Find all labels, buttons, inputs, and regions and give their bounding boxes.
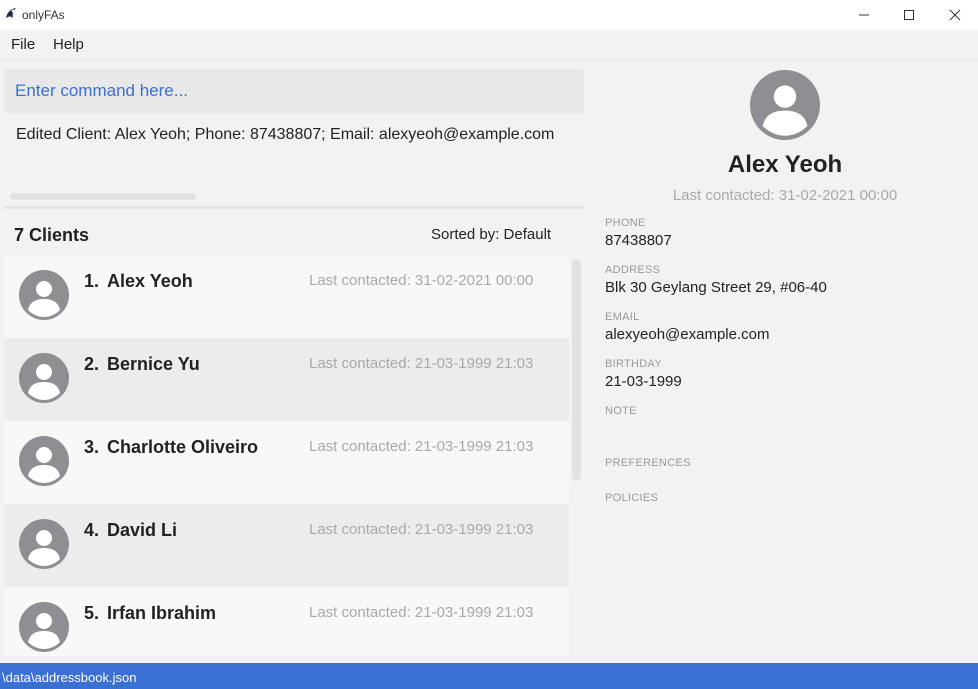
client-name-text: Charlotte Oliveiro: [107, 437, 259, 457]
detail-last-contacted: Last contacted: 31-02-2021 00:00: [672, 187, 898, 204]
user-avatar-icon: [19, 519, 69, 569]
menu-file[interactable]: File: [11, 36, 35, 53]
client-index: 3.: [84, 437, 100, 457]
user-avatar-icon: [19, 436, 69, 486]
save-location: \data\addressbook.json: [2, 670, 137, 685]
birthday-value: 21-03-1999: [605, 373, 682, 390]
client-card[interactable]: 2. Bernice Yu Last contacted: 21-03-1999 …: [4, 338, 569, 421]
client-last-contacted: Last contacted: 21-03-1999 21:03: [309, 521, 534, 538]
client-name: 4. David Li: [84, 520, 177, 541]
client-name: 1. Alex Yeoh: [84, 271, 193, 292]
app-logo-icon: [4, 7, 18, 21]
address-value: Blk 30 Geylang Street 29, #06-40: [605, 279, 827, 296]
panel-divider[interactable]: [4, 206, 584, 209]
address-label: ADDRESS: [605, 264, 661, 276]
client-card[interactable]: 5. Irfan Ibrahim Last contacted: 21-03-19…: [4, 587, 569, 656]
note-label: NOTE: [605, 405, 637, 417]
status-bar: \data\addressbook.json: [0, 663, 978, 689]
client-index: 4.: [84, 520, 100, 540]
client-list-scrollbar[interactable]: [572, 259, 581, 481]
maximize-button[interactable]: [886, 0, 932, 30]
command-input[interactable]: [15, 81, 575, 101]
user-avatar-icon: [19, 353, 69, 403]
client-card[interactable]: 4. David Li Last contacted: 21-03-1999 21…: [4, 504, 569, 587]
sorted-by-label: Sorted by: Default: [431, 226, 552, 243]
window-title: onlyFAs: [22, 8, 65, 22]
email-label: EMAIL: [605, 311, 640, 323]
client-count: 7 Clients: [14, 225, 90, 245]
menu-bar: File Help: [0, 30, 978, 60]
policies-label: POLICIES: [605, 492, 659, 504]
user-avatar-icon: [19, 602, 69, 652]
command-box: [4, 69, 584, 113]
client-name: 2. Bernice Yu: [84, 354, 200, 375]
client-index: 5.: [84, 603, 100, 623]
client-list: 1. Alex Yeoh Last contacted: 31-02-2021 0…: [4, 255, 569, 656]
result-display: Edited Client: Alex Yeoh; Phone: 8743880…: [16, 126, 555, 143]
detail-client-name: Alex Yeoh: [727, 151, 843, 178]
client-last-contacted: Last contacted: 21-03-1999 21:03: [309, 438, 534, 455]
client-last-contacted: Last contacted: 21-03-1999 21:03: [309, 355, 534, 372]
client-name-text: Alex Yeoh: [107, 271, 193, 291]
close-button[interactable]: [932, 0, 978, 30]
client-last-contacted: Last contacted: 21-03-1999 21:03: [309, 604, 534, 621]
close-icon: [949, 9, 961, 21]
birthday-label: BIRTHDAY: [605, 358, 663, 370]
client-last-contacted: Last contacted: 31-02-2021 00:00: [309, 272, 534, 289]
client-name-text: Irfan Ibrahim: [107, 603, 217, 623]
phone-label: PHONE: [605, 217, 646, 229]
menu-help[interactable]: Help: [53, 36, 84, 53]
minimize-button[interactable]: [841, 0, 887, 30]
preferences-label: PREFERENCES: [605, 457, 691, 469]
title-bar: onlyFAs: [0, 0, 978, 30]
client-index: 1.: [84, 271, 100, 291]
client-card[interactable]: 1. Alex Yeoh Last contacted: 31-02-2021 0…: [4, 255, 569, 338]
user-avatar-icon: [750, 70, 820, 140]
result-scrollbar[interactable]: [10, 193, 196, 200]
client-name-text: Bernice Yu: [107, 354, 200, 374]
client-name: 3. Charlotte Oliveiro: [84, 437, 258, 458]
client-name: 5. Irfan Ibrahim: [84, 603, 216, 624]
client-name-text: David Li: [107, 520, 178, 540]
email-value: alexyeoh@example.com: [605, 326, 770, 343]
minimize-icon: [858, 9, 870, 21]
client-card[interactable]: 3. Charlotte Oliveiro Last contacted: 21-…: [4, 421, 569, 504]
user-avatar-icon: [19, 270, 69, 320]
maximize-icon: [903, 9, 915, 21]
phone-value: 87438807: [605, 232, 672, 249]
client-index: 2.: [84, 354, 100, 374]
